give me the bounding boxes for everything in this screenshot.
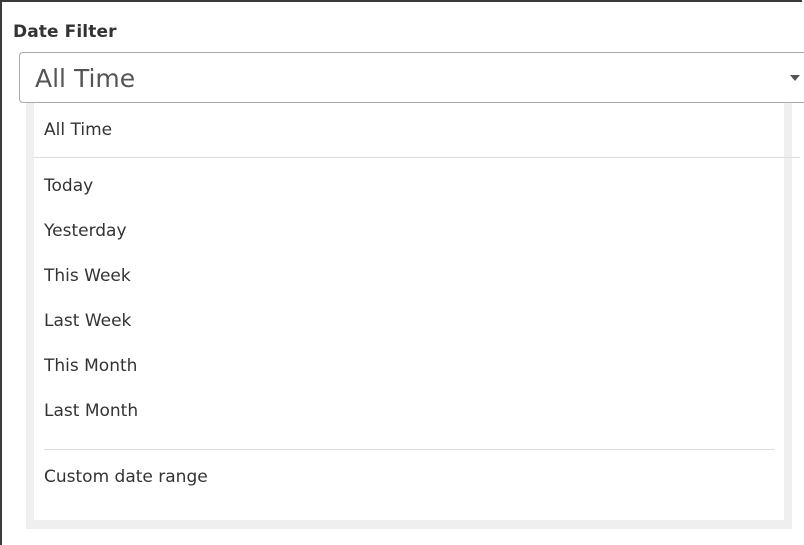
filter-panel: Date Filter All Time All Time Today Yest… [0, 0, 804, 545]
date-filter-dropdown: All Time Today Yesterday This Week Last … [26, 103, 800, 529]
option-last-month[interactable]: Last Month [44, 401, 138, 421]
option-last-week[interactable]: Last Week [44, 311, 131, 331]
caret-down-icon[interactable] [790, 75, 800, 81]
option-custom-date-range[interactable]: Custom date range [44, 467, 208, 487]
divider [34, 157, 800, 158]
dropdown-list: All Time Today Yesterday This Week Last … [34, 103, 800, 520]
option-this-month[interactable]: This Month [44, 356, 137, 376]
option-yesterday[interactable]: Yesterday [44, 221, 127, 241]
option-today[interactable]: Today [44, 176, 93, 196]
date-filter-select[interactable]: All Time [19, 52, 804, 103]
selected-value: All Time [35, 64, 136, 93]
date-filter-label: Date Filter [13, 22, 117, 42]
divider [44, 449, 774, 450]
option-this-week[interactable]: This Week [44, 266, 131, 286]
option-all-time[interactable]: All Time [44, 120, 112, 140]
